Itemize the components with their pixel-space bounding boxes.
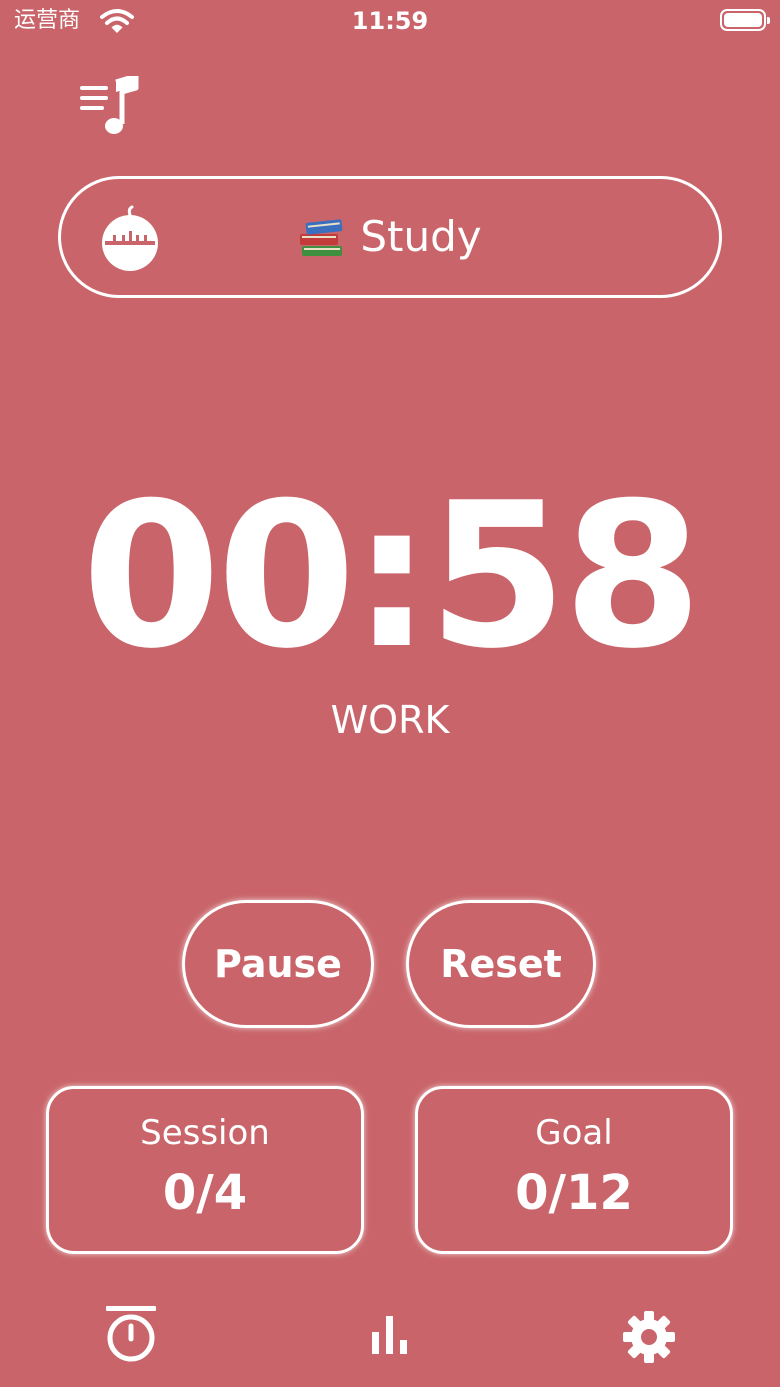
session-card: Session 0/4 [46, 1086, 364, 1254]
timer-mode-label: WORK [330, 698, 450, 742]
reset-button[interactable]: Reset [406, 900, 596, 1028]
task-label: Study [360, 212, 482, 261]
battery-icon [720, 9, 770, 31]
task-row: Study [61, 179, 719, 295]
stats-icon[interactable] [368, 1312, 412, 1356]
timer-icon[interactable] [104, 1304, 158, 1364]
status-time: 11:59 [351, 7, 429, 35]
task-selector[interactable]: Study [58, 176, 722, 298]
timer-display: 00:58 [81, 460, 703, 693]
music-playlist-icon[interactable] [78, 76, 142, 136]
settings-icon[interactable] [622, 1310, 676, 1364]
goal-label: Goal [535, 1113, 613, 1153]
pause-button[interactable]: Pause [182, 900, 374, 1028]
session-label: Session [140, 1113, 270, 1153]
books-icon [300, 219, 343, 256]
goal-card: Goal 0/12 [415, 1086, 733, 1254]
goal-value: 0/12 [515, 1165, 633, 1221]
session-value: 0/4 [162, 1165, 248, 1221]
